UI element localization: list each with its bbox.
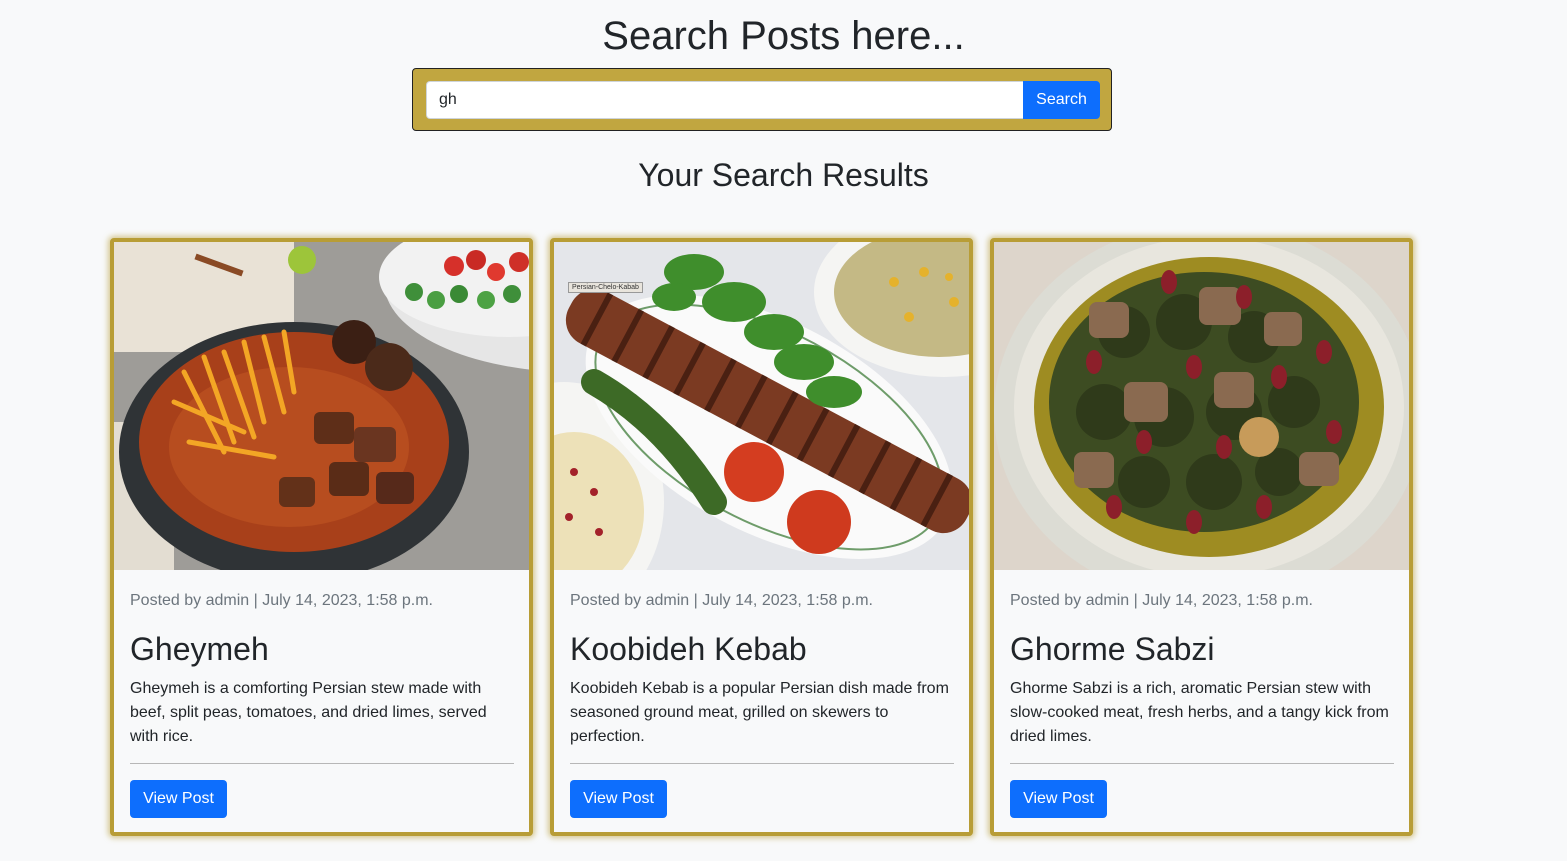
card-divider	[130, 763, 514, 764]
post-image-gheymeh	[114, 242, 529, 570]
view-post-button[interactable]: View Post	[1010, 780, 1107, 818]
post-meta: Posted by admin | July 14, 2023, 1:58 p.…	[570, 592, 873, 609]
search-panel: Search	[412, 68, 1112, 131]
view-post-button[interactable]: View Post	[570, 780, 667, 818]
post-meta: Posted by admin | July 14, 2023, 1:58 p.…	[130, 592, 433, 609]
post-image-ghorme-sabzi	[994, 242, 1409, 570]
post-description: Koobideh Kebab is a popular Persian dish…	[570, 680, 949, 745]
post-title: Gheymeh	[130, 631, 269, 667]
post-card: Persian-Chelo-Kabab Posted by admin | Ju…	[550, 238, 973, 836]
post-description: Ghorme Sabzi is a rich, aromatic Persian…	[1010, 680, 1389, 745]
post-image-koobideh-kebab: Persian-Chelo-Kabab	[554, 242, 969, 570]
post-description: Gheymeh is a comforting Persian stew mad…	[130, 680, 487, 745]
post-meta: Posted by admin | July 14, 2023, 1:58 p.…	[1010, 592, 1313, 609]
post-card: Posted by admin | July 14, 2023, 1:58 p.…	[110, 238, 533, 836]
card-divider	[570, 763, 954, 764]
card-divider	[1010, 763, 1394, 764]
search-input[interactable]	[426, 81, 1023, 119]
image-caption: Persian-Chelo-Kabab	[568, 282, 643, 293]
post-card: Posted by admin | July 14, 2023, 1:58 p.…	[990, 238, 1413, 836]
post-title: Koobideh Kebab	[570, 631, 807, 667]
results-title: Your Search Results	[638, 157, 929, 193]
page-title: Search Posts here...	[602, 14, 965, 58]
view-post-button[interactable]: View Post	[130, 780, 227, 818]
post-title: Ghorme Sabzi	[1010, 631, 1215, 667]
search-button[interactable]: Search	[1023, 81, 1100, 119]
